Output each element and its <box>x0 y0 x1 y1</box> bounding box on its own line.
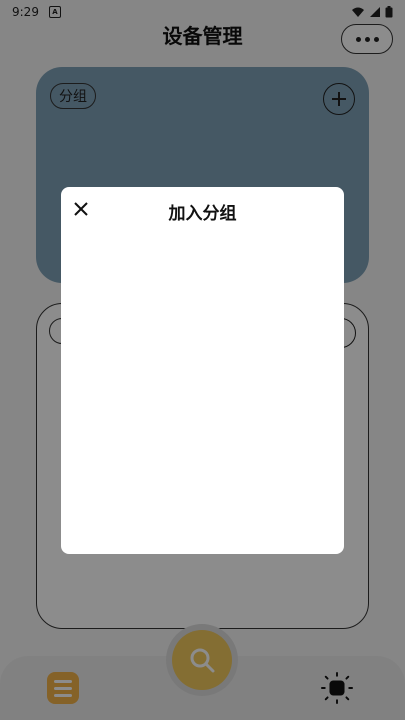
join-group-modal: 加入分组 <box>61 187 344 554</box>
modal-title: 加入分组 <box>168 204 237 224</box>
